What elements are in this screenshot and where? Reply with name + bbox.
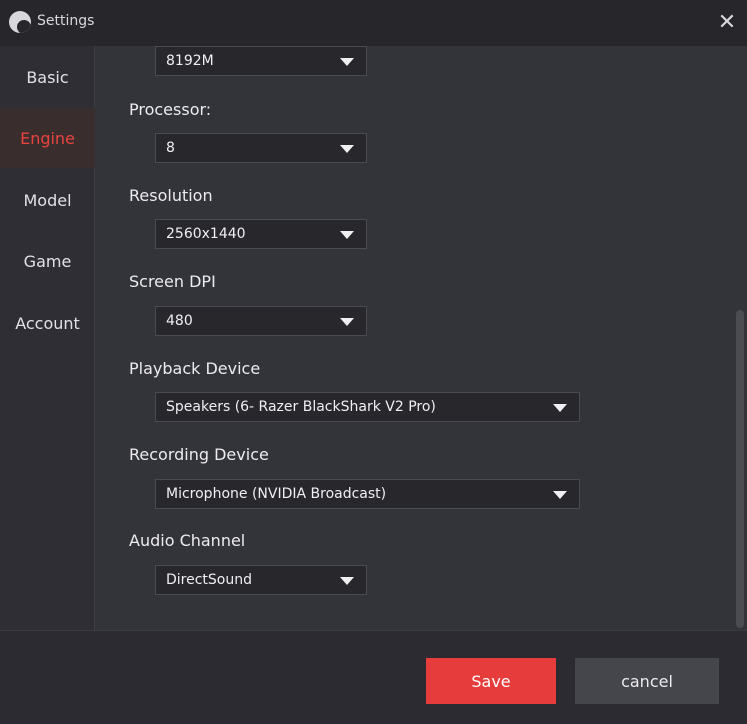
audio-channel-select[interactable]: DirectSound (155, 565, 367, 595)
sidebar-item-label: Account (15, 313, 80, 333)
chevron-down-icon (553, 491, 567, 499)
resolution-select[interactable]: 2560x1440 (155, 219, 367, 249)
memory-select-value: 8192M (166, 53, 214, 69)
memory-select[interactable]: 8192M (155, 46, 367, 76)
sidebar: Basic Engine Model Game Account (0, 46, 95, 630)
scrollbar-thumb[interactable] (736, 310, 744, 628)
sidebar-item-game[interactable]: Game (0, 231, 95, 291)
app-logo-icon (9, 11, 31, 33)
resolution-label: Resolution (129, 186, 213, 205)
audio-channel-select-value: DirectSound (166, 572, 253, 588)
sidebar-item-label: Basic (26, 67, 69, 87)
chevron-down-icon (340, 577, 354, 585)
sidebar-item-label: Engine (20, 128, 75, 148)
processor-select-value: 8 (166, 140, 175, 156)
save-button[interactable]: Save (426, 658, 556, 704)
sidebar-item-engine[interactable]: Engine (0, 108, 95, 168)
cancel-button[interactable]: cancel (575, 658, 719, 704)
processor-select[interactable]: 8 (155, 133, 367, 163)
playback-device-select[interactable]: Speakers (6- Razer BlackShark V2 Pro) (155, 392, 580, 422)
settings-window: Settings ✕ Basic Engine Model Game Accou… (0, 0, 747, 724)
chevron-down-icon (340, 145, 354, 153)
audio-channel-label: Audio Channel (129, 531, 246, 550)
recording-device-label: Recording Device (129, 445, 269, 464)
recording-device-select[interactable]: Microphone (NVIDIA Broadcast) (155, 479, 580, 509)
sidebar-item-model[interactable]: Model (0, 170, 95, 230)
recording-device-select-value: Microphone (NVIDIA Broadcast) (166, 486, 387, 502)
chevron-down-icon (340, 318, 354, 326)
chevron-down-icon (553, 404, 567, 412)
playback-device-label: Playback Device (129, 359, 261, 378)
close-icon[interactable]: ✕ (714, 8, 740, 36)
playback-device-select-value: Speakers (6- Razer BlackShark V2 Pro) (166, 399, 436, 415)
processor-label: Processor: (129, 100, 212, 119)
screen-dpi-select-value: 480 (166, 313, 193, 329)
engine-settings-panel: 8192M Processor: 8 Resolution 2560x1440 … (96, 46, 747, 630)
resolution-select-value: 2560x1440 (166, 226, 246, 242)
screen-dpi-select[interactable]: 480 (155, 306, 367, 336)
window-title: Settings (37, 13, 95, 29)
chevron-down-icon (340, 231, 354, 239)
sidebar-item-account[interactable]: Account (0, 293, 95, 353)
title-bar: Settings ✕ (0, 0, 747, 46)
dialog-footer: Save cancel (0, 630, 747, 724)
sidebar-item-basic[interactable]: Basic (0, 47, 95, 107)
chevron-down-icon (340, 58, 354, 66)
sidebar-item-label: Game (23, 251, 72, 271)
sidebar-item-label: Model (23, 190, 72, 210)
screen-dpi-label: Screen DPI (129, 272, 216, 291)
